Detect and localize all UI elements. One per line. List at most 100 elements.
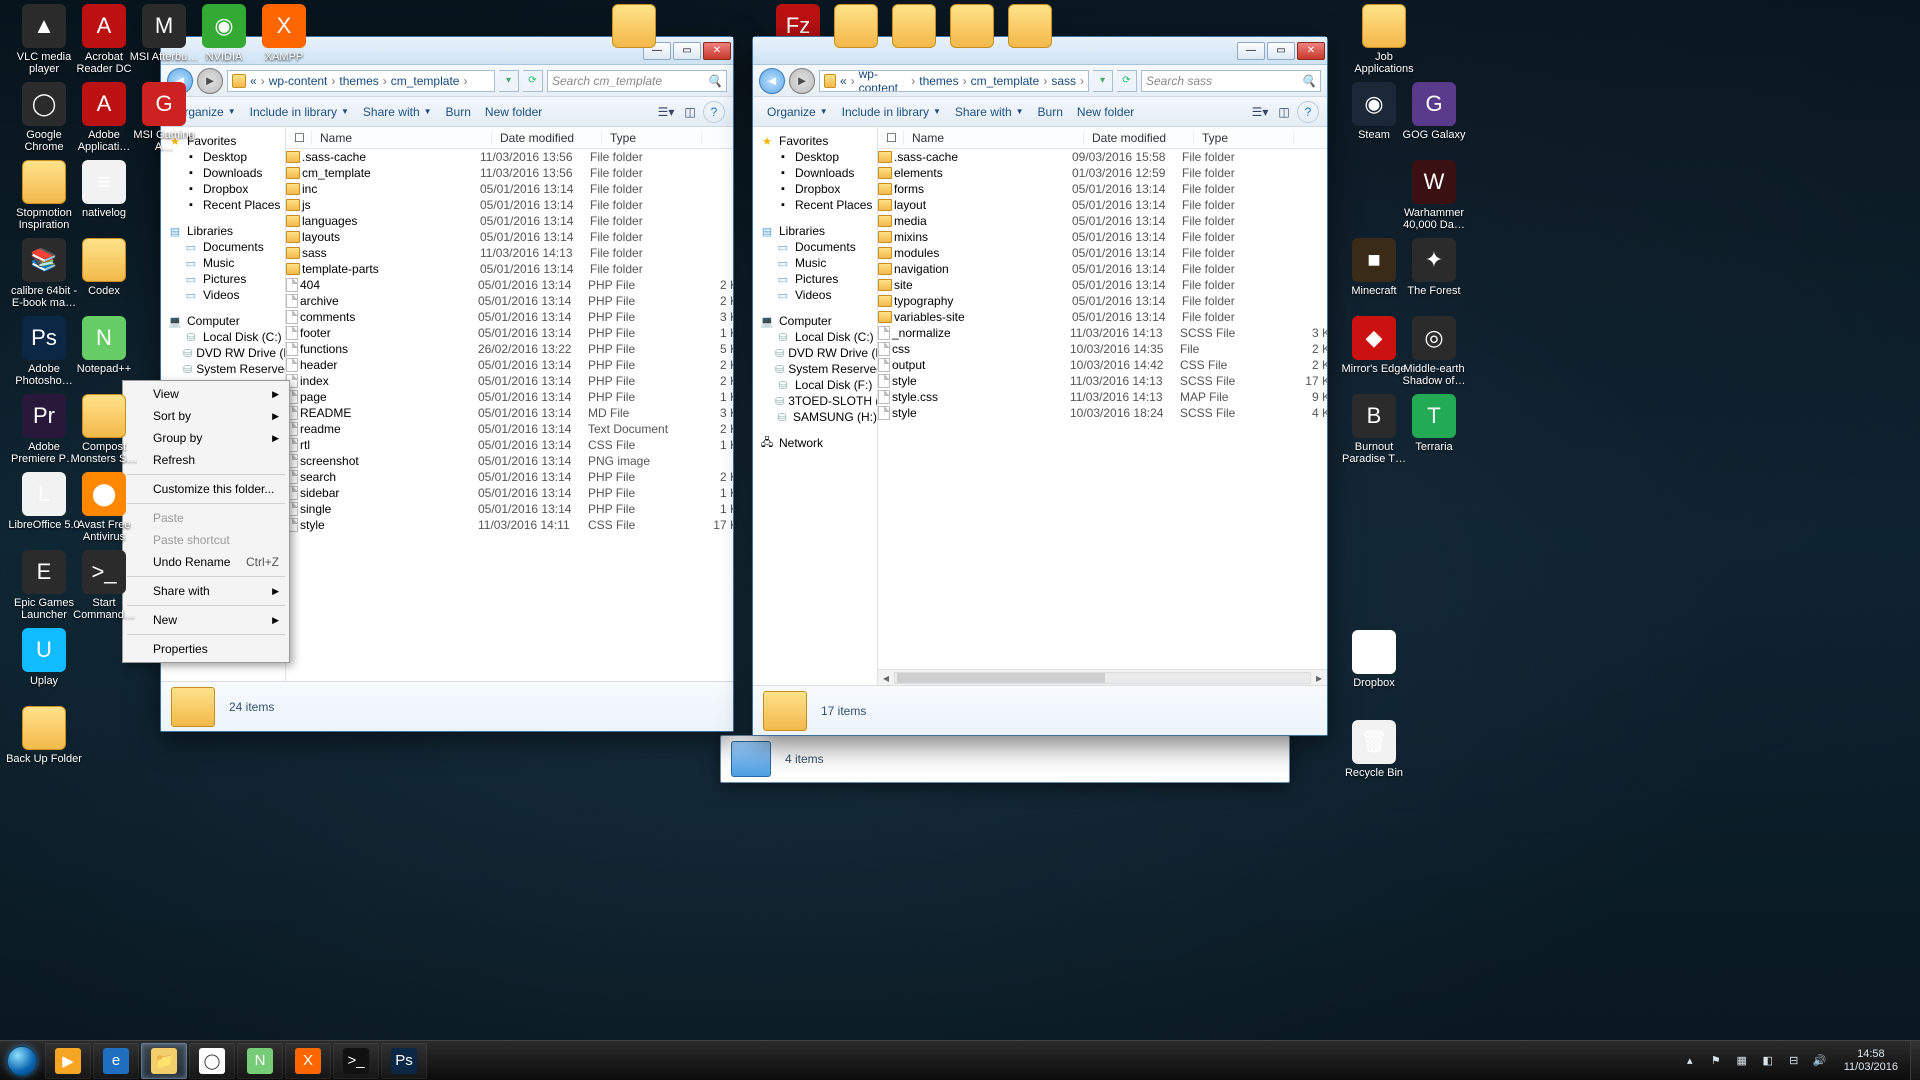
maximize-button[interactable]: ▭ (1267, 42, 1295, 60)
file-row[interactable]: template-parts05/01/2016 13:14File folde… (286, 261, 733, 277)
breadcrumb-seg[interactable]: cm_template (971, 74, 1040, 88)
file-row[interactable]: site05/01/2016 13:14File folder (878, 277, 1327, 293)
file-row[interactable]: .sass-cache09/03/2016 15:58File folder (878, 149, 1327, 165)
col-check[interactable]: ☐ (286, 131, 312, 145)
file-row[interactable]: README05/01/2016 13:14MD File3 KB (286, 405, 733, 421)
include-library-menu[interactable]: Include in library▼ (244, 102, 355, 122)
tree-favorites[interactable]: ★Favorites (759, 133, 877, 149)
file-row[interactable]: footer05/01/2016 13:14PHP File1 KB (286, 325, 733, 341)
context-menu-item[interactable]: Properties (125, 638, 287, 660)
address-dropdown[interactable]: ▾ (1093, 70, 1113, 92)
desktop-icon[interactable]: >_Start Command… (66, 550, 142, 621)
tree-item[interactable]: ⛁SAMSUNG (H:) (759, 409, 877, 425)
file-row[interactable]: elements01/03/2016 12:59File folder (878, 165, 1327, 181)
desktop-icon[interactable]: GGOG Galaxy (1396, 82, 1472, 141)
share-with-menu[interactable]: Share with▼ (949, 102, 1030, 122)
forward-button[interactable]: ► (789, 68, 815, 94)
tree-item[interactable]: ▪Dropbox (759, 181, 877, 197)
context-menu-item[interactable]: Customize this folder... (125, 478, 287, 500)
nav-tree[interactable]: ★Favorites ▪Desktop▪Downloads▪Dropbox▪Re… (753, 127, 878, 685)
explorer-window-sass[interactable]: — ▭ ✕ ◄ ► «›wp-content›themes›cm_templat… (752, 36, 1328, 736)
desktop-icon[interactable]: ⧉Dropbox (1336, 630, 1412, 689)
horizontal-scrollbar[interactable]: ◂▸ (878, 669, 1327, 685)
burn-button[interactable]: Burn (1032, 102, 1069, 122)
file-row[interactable]: variables-site05/01/2016 13:14File folde… (878, 309, 1327, 325)
file-row[interactable]: media05/01/2016 13:14File folder (878, 213, 1327, 229)
file-row[interactable]: style11/03/2016 14:11CSS File17 KB (286, 517, 733, 533)
file-row[interactable]: sidebar05/01/2016 13:14PHP File1 KB (286, 485, 733, 501)
col-size[interactable]: Size (1294, 131, 1327, 145)
file-row[interactable]: 40405/01/2016 13:14PHP File2 KB (286, 277, 733, 293)
taskbar-clock[interactable]: 14:58 11/03/2016 (1838, 1048, 1904, 1074)
col-name[interactable]: Name (312, 131, 492, 145)
context-menu-item[interactable]: View▶ (125, 383, 287, 405)
file-row[interactable]: rtl05/01/2016 13:14CSS File1 KB (286, 437, 733, 453)
col-date[interactable]: Date modified (1084, 131, 1194, 145)
taskbar-pin[interactable]: X (285, 1043, 331, 1079)
tree-item[interactable]: ▭Documents (759, 239, 877, 255)
file-row[interactable]: style.css11/03/2016 14:13MAP File9 KB (878, 389, 1327, 405)
refresh-button[interactable]: ⟳ (1117, 70, 1137, 92)
help-button[interactable]: ? (703, 101, 725, 123)
show-desktop-button[interactable] (1910, 1041, 1920, 1080)
system-tray[interactable]: ▴ ⚑ ▦ ◧ ⊟ 🔊 14:58 11/03/2016 (1676, 1048, 1910, 1074)
col-type[interactable]: Type (1194, 131, 1294, 145)
preview-pane-button[interactable]: ◫ (679, 101, 701, 123)
taskbar-pin[interactable]: N (237, 1043, 283, 1079)
file-row[interactable]: layout05/01/2016 13:14File folder (878, 197, 1327, 213)
tree-item[interactable]: ⛁3TOED-SLOTH (G:) (759, 393, 877, 409)
tree-item[interactable]: ⛁System Reserved ( (167, 361, 285, 377)
tray-icon[interactable]: ⚑ (1708, 1053, 1724, 1069)
file-row[interactable]: forms05/01/2016 13:14File folder (878, 181, 1327, 197)
address-bar[interactable]: «›wp-content›themes›cm_template›sass› (819, 70, 1089, 92)
col-check[interactable]: ☐ (878, 131, 904, 145)
tree-item[interactable]: ▭Pictures (167, 271, 285, 287)
breadcrumb-seg[interactable]: wp-content (269, 74, 328, 88)
taskbar-pin[interactable]: e (93, 1043, 139, 1079)
tray-network-icon[interactable]: ⊟ (1786, 1053, 1802, 1069)
burn-button[interactable]: Burn (440, 102, 477, 122)
help-button[interactable]: ? (1297, 101, 1319, 123)
desktop-icon[interactable]: TTerraria (1396, 394, 1472, 453)
start-button[interactable] (0, 1041, 44, 1080)
new-folder-button[interactable]: New folder (479, 102, 548, 122)
tree-libraries[interactable]: ▤Libraries (759, 223, 877, 239)
tree-item[interactable]: ⛁DVD RW Drive (D: (167, 345, 285, 361)
file-row[interactable]: layouts05/01/2016 13:14File folder (286, 229, 733, 245)
file-row[interactable]: index05/01/2016 13:14PHP File2 KB (286, 373, 733, 389)
tree-item[interactable]: ⛁DVD RW Drive (D:) A (759, 345, 877, 361)
file-row[interactable]: style11/03/2016 14:13SCSS File17 KB (878, 373, 1327, 389)
tree-item[interactable]: ▪Desktop (759, 149, 877, 165)
share-with-menu[interactable]: Share with▼ (357, 102, 438, 122)
tray-volume-icon[interactable]: 🔊 (1812, 1053, 1828, 1069)
file-row[interactable]: page05/01/2016 13:14PHP File1 KB (286, 389, 733, 405)
desktop-icon[interactable]: 🗑Recycle Bin (1336, 720, 1412, 779)
address-bar[interactable]: «›wp-content›themes›cm_template› (227, 70, 495, 92)
column-headers[interactable]: ☐ Name Date modified Type Size (878, 127, 1327, 149)
file-row[interactable]: modules05/01/2016 13:14File folder (878, 245, 1327, 261)
tree-item[interactable]: ▭Pictures (759, 271, 877, 287)
desktop-icon[interactable]: WWarhammer 40,000 Da… (1396, 160, 1472, 231)
taskbar-pin[interactable]: ◯ (189, 1043, 235, 1079)
tray-show-hidden-icon[interactable]: ▴ (1682, 1053, 1698, 1069)
tree-item[interactable]: ▪Downloads (759, 165, 877, 181)
tree-item[interactable]: ▪Dropbox (167, 181, 285, 197)
file-row[interactable]: js05/01/2016 13:14File folder (286, 197, 733, 213)
desktop-icon[interactable]: ⬤Avast Free Antivirus (66, 472, 142, 543)
breadcrumb-seg[interactable]: themes (919, 74, 958, 88)
tray-icon[interactable]: ◧ (1760, 1053, 1776, 1069)
breadcrumb-seg[interactable]: themes (339, 74, 378, 88)
breadcrumb-seg[interactable]: sass (1051, 74, 1076, 88)
search-input[interactable]: Search cm_template🔍 (547, 70, 727, 92)
context-menu-item[interactable]: Refresh (125, 449, 287, 471)
context-menu[interactable]: View▶Sort by▶Group by▶RefreshCustomize t… (122, 380, 290, 663)
taskbar-pin[interactable]: 📁 (141, 1043, 187, 1079)
file-row[interactable]: typography05/01/2016 13:14File folder (878, 293, 1327, 309)
desktop-folder[interactable] (596, 4, 672, 51)
file-row[interactable]: css10/03/2016 14:35File2 KB (878, 341, 1327, 357)
column-headers[interactable]: ☐ Name Date modified Type Size (286, 127, 733, 149)
tree-item[interactable]: ▭Videos (167, 287, 285, 303)
close-button[interactable]: ✕ (1297, 42, 1325, 60)
minimize-button[interactable]: — (1237, 42, 1265, 60)
include-library-menu[interactable]: Include in library▼ (836, 102, 947, 122)
